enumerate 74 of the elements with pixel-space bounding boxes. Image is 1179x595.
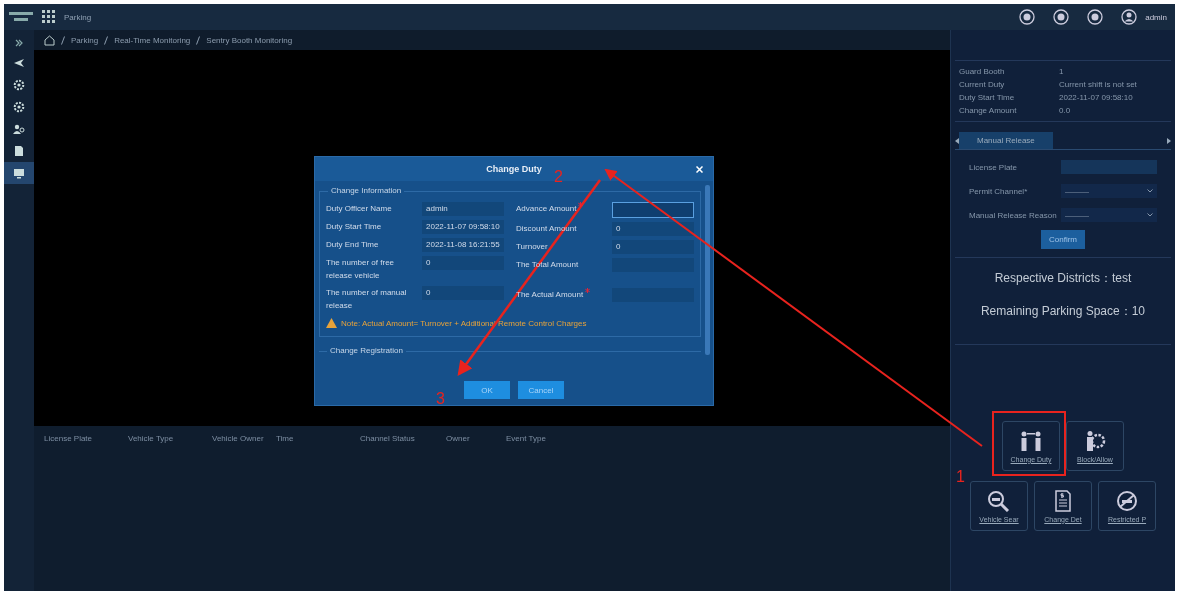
user-name[interactable]: admin [1145, 12, 1167, 22]
stat-text: Respective Districts：test [994, 270, 1132, 287]
info-label: Current Duty [959, 80, 1006, 89]
header-circle-icon[interactable] [1053, 9, 1070, 25]
warning-icon [326, 318, 337, 328]
people-icon [13, 123, 25, 135]
input-field[interactable]: 0 [422, 286, 504, 300]
column-header: Channel Status [360, 434, 416, 443]
document-icon [13, 145, 25, 157]
header-circle-icon[interactable] [1019, 9, 1036, 25]
form-label: License Plate [969, 162, 1019, 172]
scroll-right-icon[interactable] [1167, 137, 1171, 144]
input-field[interactable]: 2022-11-08 16:21:55 [422, 238, 504, 252]
scrollbar[interactable] [705, 185, 710, 355]
sidebar-item[interactable] [4, 162, 34, 184]
section-title: Change Information [328, 186, 405, 195]
home-icon[interactable] [44, 34, 55, 46]
apps-grid-icon[interactable] [42, 10, 56, 24]
monitor-icon [13, 167, 25, 179]
stat-text: Remaining Parking Space：10 [980, 303, 1146, 320]
info-value: 0.0 [1059, 106, 1071, 115]
step-number: 2 [554, 168, 563, 186]
column-header: Vehicle Type [128, 434, 175, 443]
field-label: Turnover [516, 241, 549, 253]
breadcrumb-link[interactable]: Sentry Booth Monitoring [206, 35, 293, 45]
info-label: Guard Booth [959, 67, 1006, 76]
field-label: Duty Officer Name [326, 203, 393, 215]
input-field[interactable] [612, 202, 694, 218]
separator-icon [61, 35, 65, 45]
header-circle-icon[interactable] [1087, 9, 1104, 25]
field-label: Advance Amount [516, 202, 612, 215]
step-number: 3 [436, 390, 445, 408]
info-label: Change Amount [959, 106, 1018, 115]
app-name: Parking [64, 12, 92, 22]
field-label: Duty Start Time [326, 221, 383, 233]
section-title: Change Registration [327, 346, 406, 355]
column-header: Owner [446, 434, 471, 443]
form-label: Manual Release Reason [969, 210, 1058, 220]
column-header: Event Type [506, 434, 547, 443]
user-avatar-icon[interactable] [1121, 9, 1138, 25]
input-field[interactable]: 0 [422, 256, 504, 270]
close-icon[interactable] [696, 166, 703, 173]
dropdown[interactable]: ——— [1061, 184, 1157, 198]
field-label: The number of free release vehicle [326, 257, 396, 282]
input-field[interactable]: 2022-11-07 09:58:10 [422, 220, 504, 234]
plane-icon [13, 57, 25, 69]
separator-icon [196, 35, 201, 45]
column-header: Vehicle Owner [212, 434, 265, 443]
tab[interactable]: Manual Release [959, 132, 1053, 149]
info-value: Current shift is not set [1059, 80, 1137, 89]
gear-icon [13, 79, 25, 91]
license-plate-field[interactable] [1061, 160, 1157, 174]
chevron-down-icon [1147, 213, 1153, 217]
dropdown[interactable]: ——— [1061, 208, 1157, 222]
breadcrumb-link[interactable]: Parking [71, 35, 99, 45]
info-label: Duty Start Time [959, 93, 1016, 102]
settings-icon [13, 101, 25, 113]
field-label: Duty End Time [326, 239, 380, 251]
separator-icon [104, 35, 109, 45]
info-value: 2022-11-07 09:58:10 [1059, 93, 1133, 102]
breadcrumb-link[interactable]: Real-Time Monitoring [114, 35, 191, 45]
column-header: License Plate [44, 434, 94, 443]
info-value: 1 [1059, 67, 1064, 76]
input-field[interactable]: 0 [612, 240, 694, 254]
input-field[interactable]: 0 [612, 222, 694, 236]
column-header: Time [276, 434, 295, 443]
input-field[interactable]: admin [422, 202, 504, 216]
dialog-title: Change Duty [486, 164, 542, 174]
confirm-button[interactable]: Confirm [1041, 230, 1085, 249]
step-number: 1 [956, 468, 965, 486]
note-text: Note: Actual Amount= Turnover + Additional Remote Control Charges [341, 318, 587, 328]
chevron-down-icon [1147, 189, 1153, 193]
form-label: Permit Channel* [969, 186, 1029, 196]
field-label: The number of manual release [326, 287, 408, 312]
